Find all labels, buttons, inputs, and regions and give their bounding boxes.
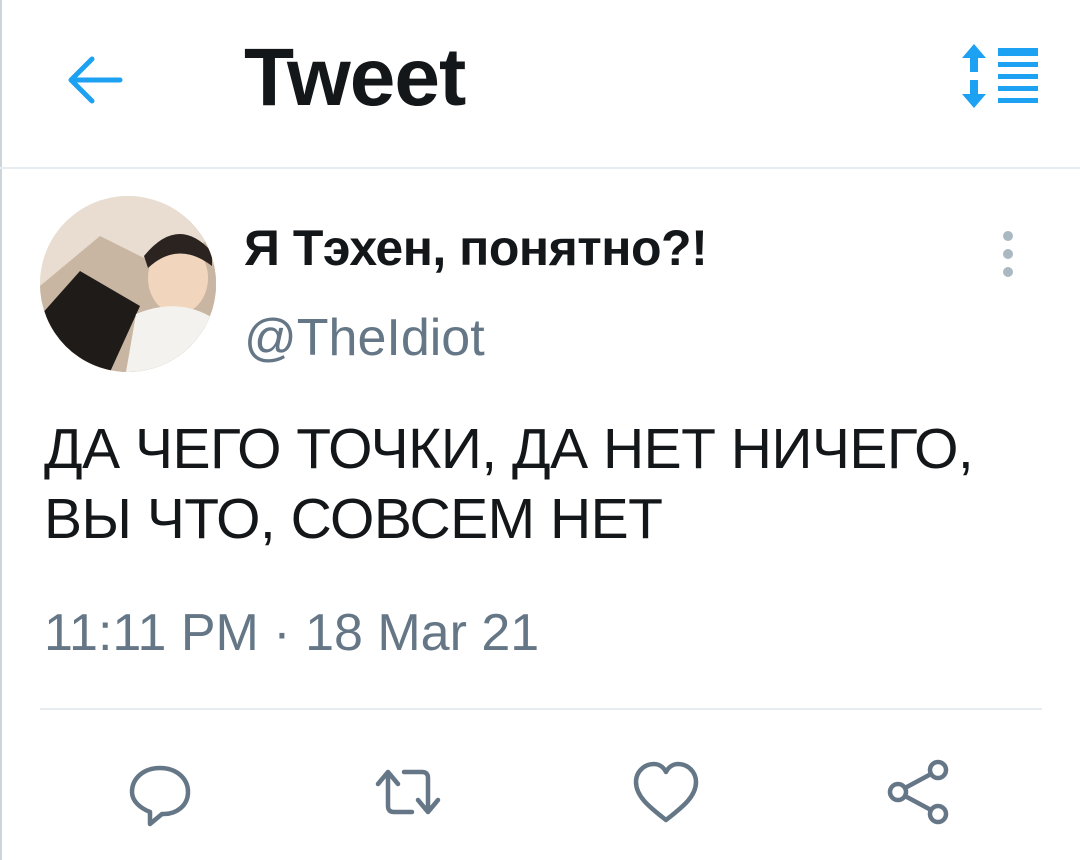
sort-button[interactable]: [948, 38, 1048, 118]
author-handle[interactable]: @TheIdiot: [244, 308, 485, 368]
avatar[interactable]: [40, 196, 216, 372]
share-button[interactable]: [884, 756, 956, 828]
sort-order-icon: [962, 44, 1038, 108]
back-button[interactable]: [58, 44, 130, 116]
retweet-button[interactable]: [372, 756, 444, 828]
author-display-name[interactable]: Я Тэхен, понятно?!: [244, 218, 708, 278]
retweet-icon: [375, 769, 441, 815]
reply-button[interactable]: [124, 756, 196, 828]
actions-divider: [40, 708, 1042, 710]
avatar-photo: [40, 196, 216, 372]
tweet-text-line: ДА ЧЕГО ТОЧКИ, ДА НЕТ НИЧЕГО,: [44, 417, 974, 481]
more-options-button[interactable]: [986, 222, 1030, 286]
more-vertical-icon: [1003, 231, 1013, 277]
heart-icon: [633, 761, 699, 823]
tweet-text: ДА ЧЕГО ТОЧКИ, ДА НЕТ НИЧЕГО, ВЫ ЧТО, СО…: [44, 414, 1044, 554]
reply-icon: [129, 765, 191, 827]
top-bar: Tweet: [0, 0, 1080, 169]
header-divider: [0, 167, 1080, 169]
arrow-left-icon: [68, 56, 123, 104]
share-icon: [887, 759, 949, 825]
tweet-timestamp: 11:11 PM · 18 Mar 21: [44, 604, 540, 662]
page-title: Tweet: [244, 32, 466, 123]
like-button[interactable]: [630, 756, 702, 828]
tweet-text-line: ВЫ ЧТО, СОВСЕМ НЕТ: [44, 487, 663, 551]
